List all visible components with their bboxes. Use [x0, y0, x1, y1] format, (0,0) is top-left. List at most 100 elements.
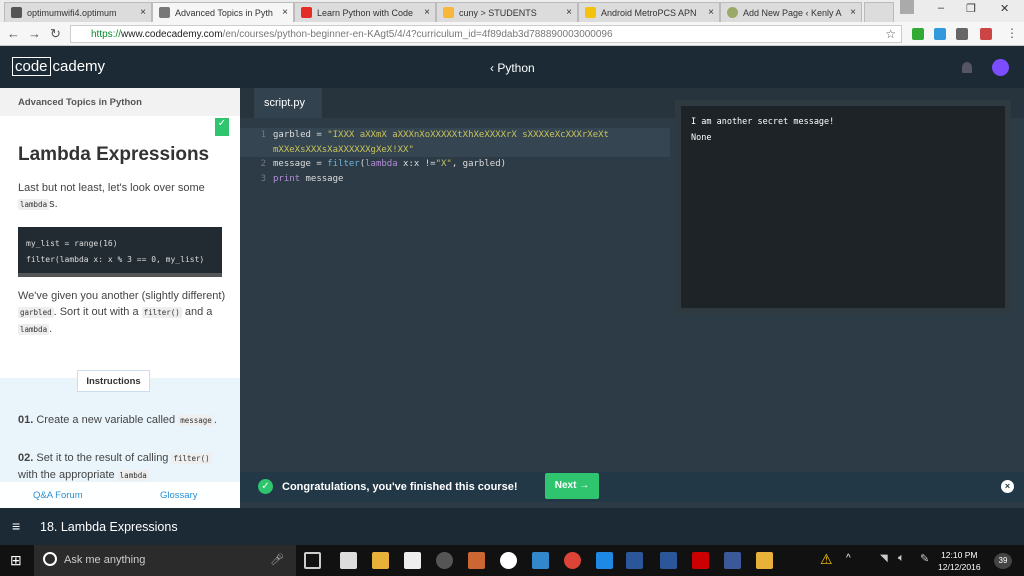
restore-button[interactable]: ❐ [966, 2, 976, 15]
browser-tab-active[interactable]: Advanced Topics in Pyth × [152, 2, 294, 22]
app-icon[interactable] [436, 552, 453, 569]
inline-code: message [178, 415, 214, 426]
text: . [49, 323, 53, 335]
close-banner-icon[interactable]: × [1001, 480, 1014, 493]
section-title: Advanced Topics in Python [0, 88, 240, 116]
browser-tab[interactable]: optimumwifi4.optimum × [4, 2, 152, 22]
lesson-title: Lambda Expressions [18, 144, 210, 165]
instructions-label: Instructions [77, 370, 150, 392]
success-check-icon: ✓ [258, 479, 273, 494]
hp-icon[interactable] [500, 552, 517, 569]
extension-icon[interactable] [980, 28, 992, 40]
tab-favicon-icon [727, 7, 738, 18]
inline-code: lambda [18, 324, 50, 335]
browser-tab[interactable]: cuny > STUDENTS × [436, 2, 578, 22]
pen-icon[interactable]: ✎ [920, 552, 929, 565]
snippet-line: filter(lambda x: x % 3 == 0, my_list) [26, 255, 205, 264]
minimize-button[interactable]: – [938, 2, 944, 14]
code-keyword: lambda [365, 159, 398, 169]
text: s. [49, 198, 58, 210]
close-window-button[interactable]: ✕ [1000, 2, 1009, 15]
file-explorer-icon[interactable] [372, 552, 389, 569]
folder-icon[interactable] [756, 552, 773, 569]
close-tab-icon[interactable]: × [850, 7, 856, 18]
chrome-icon[interactable] [564, 552, 581, 569]
photos-icon[interactable] [532, 552, 549, 569]
cortana-search[interactable]: Ask me anything 🎤︎ [34, 545, 296, 576]
close-tab-icon[interactable]: × [708, 7, 714, 18]
code-token: message [300, 173, 344, 184]
notification-center-badge[interactable]: 39 [994, 553, 1012, 569]
notification-bell-icon[interactable] [962, 62, 972, 73]
task-view-icon[interactable] [304, 552, 321, 569]
code-string: mXXeXsXXXsXaXXXXXXgXeX!XX" [273, 144, 414, 155]
url-host: www.codecademy.com [121, 29, 223, 40]
app-icon[interactable] [468, 552, 485, 569]
text: and a [181, 306, 213, 318]
browser-tab[interactable]: Add New Page ‹ Kenly A × [720, 2, 862, 22]
code-editor: script.py 1 2 3 garbled = "IXXX aXXmX aX… [240, 88, 1024, 508]
microphone-icon[interactable]: 🎤︎ [270, 553, 284, 566]
lesson-nav-bar: ≡ 18. Lambda Expressions [0, 508, 1024, 545]
word-icon[interactable] [626, 552, 643, 569]
close-tab-icon[interactable]: × [282, 7, 288, 18]
course-breadcrumb[interactable]: ‹ Python [490, 61, 535, 75]
current-lesson[interactable]: 18. Lambda Expressions [40, 520, 178, 534]
glossary-link[interactable]: Glossary [160, 490, 197, 501]
forward-icon[interactable]: → [28, 26, 41, 41]
url-input[interactable]: https://www.codecademy.com/en/courses/py… [70, 25, 902, 43]
system-clock[interactable]: 12:10 PM 12/12/2016 [938, 549, 981, 573]
menu-hamburger-icon[interactable]: ≡ [12, 518, 20, 534]
code-string: "X" [435, 159, 452, 169]
browser-tab[interactable]: Learn Python with Code × [294, 2, 436, 22]
next-button[interactable]: Next → [545, 473, 599, 499]
windows-taskbar: ⊞ Ask me anything 🎤︎ ⚠ ^ ◥ 🔈︎ ✎ 12:10 PM 1… [0, 545, 1024, 576]
tab-label: Add New Page ‹ Kenly A [743, 8, 842, 18]
warning-icon[interactable]: ⚠ [820, 551, 833, 568]
inline-code: filter() [141, 307, 182, 318]
code-string: "IXXX aXXmX aXXXnXoXXXXXtXhXeXXXXrX sXXX… [327, 130, 609, 140]
code-token: message = [273, 159, 328, 169]
volume-icon[interactable]: 🔈︎ [898, 552, 905, 565]
acrobat-icon[interactable] [692, 552, 709, 569]
cortana-icon [43, 552, 57, 566]
show-hidden-icons[interactable]: ^ [846, 553, 851, 564]
text: Create a new variable called [33, 414, 179, 426]
edge-icon[interactable] [596, 552, 613, 569]
lesson-panel: Advanced Topics in Python ✓ Lambda Expre… [0, 88, 240, 508]
code-token: , garbled) [451, 159, 507, 169]
bookmark-star-icon[interactable]: ☆ [885, 27, 896, 41]
close-tab-icon[interactable]: × [566, 7, 572, 18]
url-path: /en/courses/python-beginner-en-KAgt5/4/4… [222, 29, 613, 40]
facebook-icon[interactable] [724, 552, 741, 569]
codecademy-logo[interactable]: code cademy [12, 57, 107, 76]
tab-label: Learn Python with Code [317, 8, 414, 18]
clock-time: 12:10 PM [941, 550, 978, 560]
reload-icon[interactable]: ↻ [50, 26, 61, 42]
store-icon[interactable] [404, 552, 421, 569]
profile-icon[interactable] [900, 0, 914, 14]
wifi-icon[interactable]: ◥ [880, 553, 888, 564]
browser-tab[interactable]: Android MetroPCS APN × [578, 2, 720, 22]
extension-icon[interactable] [912, 28, 924, 40]
menu-icon[interactable]: ⋮ [1006, 26, 1018, 40]
extension-icon[interactable] [934, 28, 946, 40]
qa-forum-link[interactable]: Q&A Forum [33, 490, 83, 501]
tab-label: Advanced Topics in Pyth [175, 8, 273, 18]
word-icon[interactable] [660, 552, 677, 569]
completed-check-icon: ✓ [215, 118, 229, 136]
windows-start-icon[interactable]: ⊞ [10, 552, 22, 569]
text: . [213, 414, 217, 426]
youtube-icon [301, 7, 312, 18]
new-tab-button[interactable] [864, 2, 894, 22]
close-tab-icon[interactable]: × [140, 7, 146, 18]
close-tab-icon[interactable]: × [424, 7, 430, 18]
text: Last but not least, let's look over some [18, 182, 205, 194]
code-snippet: my_list = range(16) filter(lambda x: x % … [18, 227, 222, 277]
avatar[interactable] [992, 59, 1009, 76]
code-token: filter [327, 159, 360, 169]
amazon-icon[interactable] [340, 552, 357, 569]
back-icon[interactable]: ← [7, 26, 20, 41]
tab-script-py[interactable]: script.py [254, 88, 322, 118]
extension-icon[interactable] [956, 28, 968, 40]
